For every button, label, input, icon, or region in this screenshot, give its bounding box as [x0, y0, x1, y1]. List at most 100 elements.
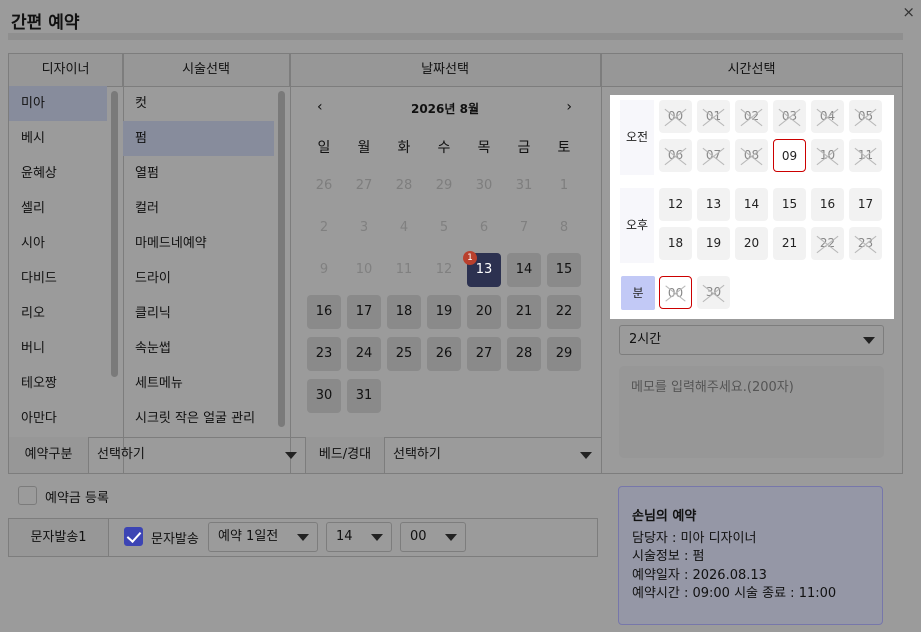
calendar-day: 31 [515, 178, 533, 193]
service-item[interactable]: 펌 [123, 121, 274, 156]
calendar-day[interactable]: 24 [347, 337, 381, 371]
booking-type-label: 예약구분 [9, 437, 89, 473]
calendar-day[interactable]: 20 [467, 295, 501, 329]
memo-input[interactable]: 메모를 입력해주세요.(200자) [619, 366, 884, 458]
calendar-day[interactable]: 26 [427, 337, 461, 371]
time-slot[interactable]: 16 [811, 188, 844, 221]
time-slot[interactable]: 18 [659, 227, 692, 260]
calendar-day[interactable]: 30 [307, 379, 341, 413]
date-column-header: 날짜선택 [290, 54, 601, 87]
calendar-day[interactable]: 19 [427, 295, 461, 329]
time-slot: 07 [697, 139, 730, 172]
calendar-day[interactable]: 29 [547, 337, 581, 371]
calendar-day[interactable]: 31 [347, 379, 381, 413]
column-divider [601, 54, 602, 474]
designer-item[interactable]: 다비드 [9, 261, 107, 296]
next-month-button[interactable]: › [566, 99, 572, 115]
designer-column-header: 디자이너 [9, 54, 123, 87]
service-item[interactable]: 마메드네예약 [123, 226, 274, 261]
sms-when-select[interactable]: 예약 1일전 [208, 522, 318, 552]
calendar-day: 2 [319, 220, 329, 235]
time-slot[interactable]: 17 [849, 188, 882, 221]
calendar-day[interactable]: 21 [507, 295, 541, 329]
booking-type-select[interactable]: 선택하기 [89, 437, 305, 473]
calendar-day[interactable]: 25 [387, 337, 421, 371]
time-slot[interactable]: 15 [773, 188, 806, 221]
weekday-label: 월 [357, 140, 371, 156]
designer-item[interactable]: 셀리 [9, 191, 107, 226]
designer-item[interactable]: 테오짱 [9, 366, 107, 401]
service-item[interactable]: 세트메뉴 [123, 366, 274, 401]
designer-item[interactable]: 미아 [9, 86, 107, 121]
calendar-day: 6 [479, 220, 489, 235]
weekday-label: 금 [517, 140, 531, 156]
calendar-day[interactable]: 27 [467, 337, 501, 371]
deposit-label: 예약금 등록 [45, 491, 109, 506]
calendar-day[interactable]: 16 [307, 295, 341, 329]
service-item[interactable]: 속눈썹 [123, 331, 274, 366]
bed-select[interactable]: 선택하기 [385, 437, 600, 473]
dialog-title: 간편 예약 [11, 13, 80, 33]
designer-item[interactable]: 리오 [9, 296, 107, 331]
calendar-day[interactable]: 17 [347, 295, 381, 329]
time-slot: 04 [811, 100, 844, 133]
close-icon[interactable]: × [902, 3, 915, 21]
calendar-day[interactable]: 18 [387, 295, 421, 329]
duration-value: 2시간 [629, 332, 662, 347]
time-panel: 오전 오후 분 00 01 02 03 04 05 06 07 08 09 10 11 12 13 14 15… [610, 95, 894, 319]
calendar-nav: ‹ 2026년 8월 › [310, 99, 580, 118]
service-item[interactable]: 컷 [123, 86, 274, 121]
weekday-label: 수 [437, 140, 451, 156]
service-scrollbar[interactable] [278, 91, 285, 427]
time-slot: 10 [811, 139, 844, 172]
calendar-day[interactable]: 22 [547, 295, 581, 329]
designer-item[interactable]: 베시 [9, 121, 107, 156]
time-slot[interactable]: 19 [697, 227, 730, 260]
time-slot[interactable]: 20 [735, 227, 768, 260]
time-slot[interactable]: 14 [735, 188, 768, 221]
time-slot: 08 [735, 139, 768, 172]
calendar-day: 11 [395, 262, 413, 277]
duration-select[interactable]: 2시간 [619, 325, 884, 355]
designer-item[interactable]: 버니 [9, 331, 107, 366]
sms-minute-value: 00 [410, 529, 427, 544]
chevron-down-icon [371, 534, 383, 541]
calendar-day: 10 [355, 262, 373, 277]
sms-checkbox[interactable] [124, 527, 143, 546]
sms-minute-select[interactable]: 00 [400, 522, 466, 552]
pm-label: 오후 [620, 188, 654, 263]
service-column-header: 시술선택 [123, 54, 290, 87]
service-item[interactable]: 시크릿 작은 얼굴 관리 [123, 401, 274, 436]
chevron-down-icon [863, 337, 875, 344]
time-slot[interactable]: 09 [773, 139, 806, 172]
calendar-day: 4 [399, 220, 409, 235]
calendar-day[interactable]: 28 [507, 337, 541, 371]
calendar-day[interactable]: 14 [507, 253, 541, 287]
calendar-month: 2026년 8월 [410, 102, 479, 116]
chevron-down-icon [285, 452, 297, 459]
calendar-day: 29 [435, 178, 453, 193]
service-item[interactable]: 컬러 [123, 191, 274, 226]
summary-title: 손님의 예약 [632, 509, 697, 524]
service-item[interactable]: 드라이 [123, 261, 274, 296]
designer-item[interactable]: 시아 [9, 226, 107, 261]
sms-hour-select[interactable]: 14 [326, 522, 392, 552]
summary-designer: 담당자 : 미아 디자이너 [632, 530, 757, 546]
sms-checkbox-label: 문자발송 [151, 532, 199, 547]
designer-scrollbar[interactable] [111, 91, 118, 377]
time-slot: 01 [697, 100, 730, 133]
service-item[interactable]: 열펌 [123, 156, 274, 191]
calendar-day[interactable]: 15 [547, 253, 581, 287]
time-slot: 30 [697, 276, 730, 309]
calendar-day[interactable]: 23 [307, 337, 341, 371]
time-slot[interactable]: 13 [697, 188, 730, 221]
time-slot: 23 [849, 227, 882, 260]
time-slot[interactable]: 12 [659, 188, 692, 221]
column-divider [290, 54, 291, 474]
service-item[interactable]: 클리닉 [123, 296, 274, 331]
deposit-checkbox[interactable] [18, 486, 37, 505]
designer-item[interactable]: 아만다 [9, 401, 107, 436]
time-slot[interactable]: 21 [773, 227, 806, 260]
designer-item[interactable]: 윤혜상 [9, 156, 107, 191]
chevron-down-icon [297, 534, 309, 541]
